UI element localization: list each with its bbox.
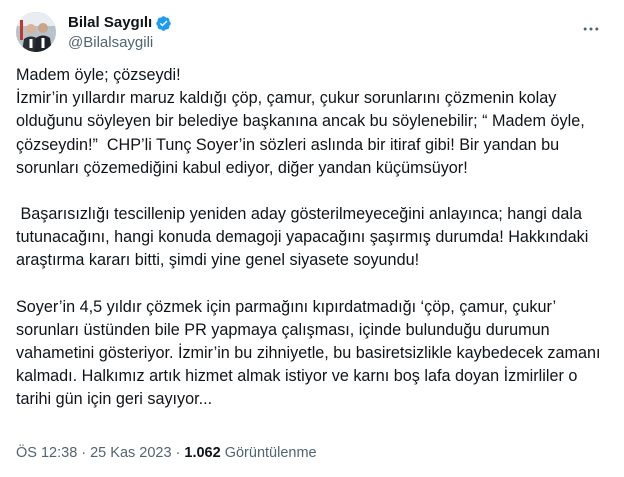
tweet-date[interactable]: 25 Kas 2023 xyxy=(90,445,171,461)
more-options-icon xyxy=(583,27,599,31)
tweet-card: Bilal Saygılı @Bilalsaygili Madem öyle; … xyxy=(0,0,624,477)
tweet-paragraph-2: Başarısızlığı tescillenip yeniden aday g… xyxy=(16,205,593,270)
profile-photo xyxy=(16,12,56,52)
author-display-name[interactable]: Bilal Saygılı xyxy=(68,13,152,33)
tweet-text: Madem öyle; çözseydi! İzmir’in yıllardır… xyxy=(16,64,612,412)
tweet-time[interactable]: ÖS 12:38 xyxy=(16,445,77,461)
author-block: Bilal Saygılı @Bilalsaygili xyxy=(68,13,172,53)
verified-badge-icon xyxy=(155,15,172,32)
meta-separator: · xyxy=(175,445,181,461)
more-options-button[interactable] xyxy=(574,12,608,46)
views-count[interactable]: 1.062 xyxy=(184,445,220,461)
tweet-paragraph-1: Madem öyle; çözseydi! İzmir’in yıllardır… xyxy=(16,66,585,177)
tweet-paragraph-3: Soyer’in 4,5 yıldır çözmek için parmağın… xyxy=(16,297,606,409)
display-name-row: Bilal Saygılı xyxy=(68,13,172,33)
meta-separator: · xyxy=(81,445,87,461)
views-label: Görüntülenme xyxy=(224,445,317,461)
tweet-metadata: ÖS 12:38 · 25 Kas 2023 · 1.062 Görüntülenme xyxy=(16,443,317,463)
tweet-header: Bilal Saygılı @Bilalsaygili xyxy=(16,12,608,56)
author-handle[interactable]: @Bilalsaygili xyxy=(68,33,172,53)
avatar[interactable] xyxy=(16,12,56,52)
